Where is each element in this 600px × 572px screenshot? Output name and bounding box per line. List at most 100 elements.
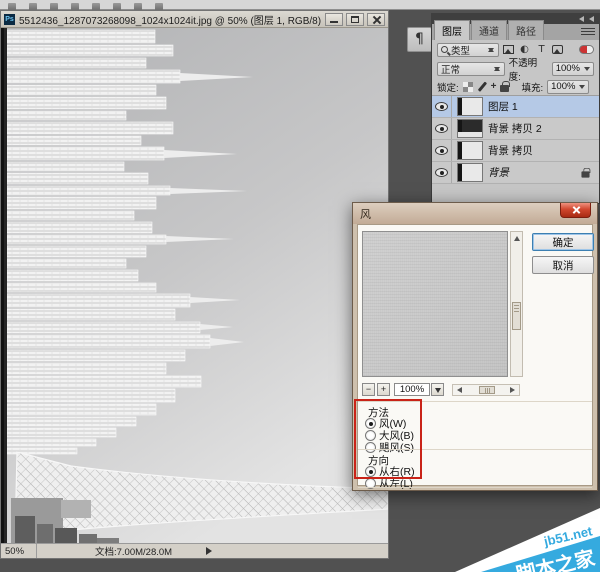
radio-icon — [365, 442, 376, 453]
blend-mode-dropdown[interactable]: 正常 — [437, 61, 505, 76]
lock-transparent-pixels-icon[interactable] — [462, 81, 473, 92]
layer-name[interactable]: 背景 — [488, 165, 509, 180]
minimize-button[interactable] — [325, 12, 343, 26]
fill-value: 100% — [551, 81, 576, 92]
minimize-icon — [330, 21, 338, 23]
scroll-up-icon[interactable] — [512, 233, 521, 242]
layer-thumbnail[interactable] — [457, 163, 483, 182]
dialog-close-button[interactable] — [560, 203, 591, 218]
scrollbar-thumb[interactable] — [512, 302, 521, 330]
divider — [358, 449, 592, 450]
layer-thumbnail[interactable] — [457, 141, 483, 160]
radio-label: 从左(L) — [379, 478, 413, 490]
filter-type-layers-icon[interactable]: T — [535, 44, 548, 55]
zoom-dropdown-button[interactable] — [431, 383, 444, 396]
scroll-left-icon[interactable] — [454, 387, 462, 393]
zoom-out-button[interactable]: − — [362, 383, 375, 396]
search-icon — [441, 46, 448, 53]
blend-mode-row: 正常 不透明度: 100% — [432, 58, 599, 83]
document-title: 5512436_1287073268098_1024x1024it.jpg @ … — [19, 15, 322, 27]
eye-icon — [435, 146, 448, 155]
wind-filter-dialog: 风 确定 取消 − + 100% 方法 风(W) 大风(B) 飓风(S) 方向 … — [352, 202, 598, 491]
scroll-right-icon[interactable] — [510, 387, 518, 393]
fill-field[interactable]: 100% — [547, 79, 590, 94]
collapse-panels-icon — [576, 15, 584, 22]
dialog-title: 风 — [360, 208, 371, 221]
preview-vertical-scrollbar[interactable] — [510, 231, 523, 377]
divider — [358, 401, 592, 402]
paragraph-panel-button[interactable]: ¶ — [407, 27, 432, 52]
layer-row-bg-copy2[interactable]: 背景 拷贝 2 — [432, 118, 599, 140]
preview-zoom-controls: − + 100% — [358, 383, 592, 398]
tab-channels[interactable]: 通道 — [471, 20, 507, 40]
layer-filter-toggle[interactable] — [579, 45, 594, 54]
filter-type-label: 类型 — [451, 45, 471, 57]
layers-list: 图层 1 背景 拷贝 2 背景 拷贝 背景 — [432, 95, 599, 184]
opacity-label: 不透明度: — [508, 57, 538, 83]
dropdown-arrow-icon — [584, 66, 590, 74]
layer-name[interactable]: 图层 1 — [488, 99, 518, 114]
maximize-button[interactable] — [346, 12, 364, 26]
layers-panel: 图层 通道 路径 类型 ◐ T 正常 不透明度: 100% 锁定: + 填充: … — [431, 20, 600, 204]
fill-label: 填充: — [521, 82, 544, 94]
filter-adjustment-layers-icon[interactable]: ◐ — [518, 44, 531, 55]
preview-horizontal-scrollbar[interactable] — [452, 384, 520, 396]
close-button[interactable] — [367, 12, 385, 26]
options-bar — [0, 0, 600, 11]
blend-mode-value: 正常 — [441, 64, 461, 76]
dropdown-arrows-icon — [493, 64, 501, 73]
background-lock-icon — [581, 167, 590, 178]
eye-icon — [435, 102, 448, 111]
visibility-toggle[interactable] — [432, 162, 452, 183]
visibility-toggle[interactable] — [432, 140, 452, 161]
visibility-toggle[interactable] — [432, 118, 452, 139]
layer-name[interactable]: 背景 拷贝 — [488, 143, 533, 158]
lock-image-pixels-icon[interactable] — [477, 82, 487, 92]
opacity-value: 100% — [555, 63, 580, 74]
filter-type-dropdown[interactable]: 类型 — [437, 42, 499, 57]
layer-thumbnail[interactable] — [457, 97, 483, 116]
layer-thumbnail[interactable] — [457, 119, 483, 138]
document-window: Ps 5512436_1287073268098_1024x1024it.jpg… — [0, 10, 389, 559]
collapse-panels-icon — [586, 15, 594, 22]
lock-position-icon[interactable]: + — [491, 81, 497, 92]
image-canvas[interactable] — [1, 28, 388, 544]
status-options-arrow-icon[interactable] — [206, 547, 216, 555]
photoshop-workspace: Ps 5512436_1287073268098_1024x1024it.jpg… — [0, 0, 600, 572]
photoshop-file-icon: Ps — [4, 13, 15, 25]
layer-name[interactable]: 背景 拷贝 2 — [488, 121, 542, 136]
document-status-bar: 50% 文档:7.00M/28.0M — [1, 543, 388, 558]
tab-layers[interactable]: 图层 — [434, 20, 470, 40]
maximize-icon — [351, 15, 359, 23]
layer-row-bg-copy[interactable]: 背景 拷贝 — [432, 140, 599, 162]
zoom-in-button[interactable]: + — [377, 383, 390, 396]
filter-shape-layers-icon[interactable] — [552, 45, 563, 54]
visibility-toggle[interactable] — [432, 96, 452, 117]
divider — [358, 487, 592, 488]
scrollbar-thumb[interactable] — [479, 386, 495, 394]
filter-preview[interactable] — [362, 231, 508, 377]
ok-button[interactable]: 确定 — [532, 233, 594, 251]
layer-row-background[interactable]: 背景 — [432, 162, 599, 184]
city-skyline-image — [1, 28, 388, 544]
dropdown-arrows-icon — [488, 45, 495, 54]
dialog-body: 确定 取消 − + 100% 方法 风(W) 大风(B) 飓风(S) 方向 从右… — [357, 224, 594, 490]
zoom-level-field[interactable]: 50% — [1, 544, 37, 558]
filter-pixel-layers-icon[interactable] — [503, 45, 514, 54]
preview-zoom-value: 100% — [394, 383, 430, 396]
eye-icon — [435, 124, 448, 133]
paragraph-panel-icon: ¶ — [415, 31, 424, 47]
panel-tab-bar: 图层 通道 路径 — [432, 20, 599, 40]
tab-paths[interactable]: 路径 — [508, 20, 544, 40]
cancel-button[interactable]: 取消 — [532, 256, 594, 274]
layer-row-layer1[interactable]: 图层 1 — [432, 96, 599, 118]
eye-icon — [435, 168, 448, 177]
document-titlebar[interactable]: Ps 5512436_1287073268098_1024x1024it.jpg… — [1, 11, 388, 28]
opacity-field[interactable]: 100% — [551, 61, 594, 76]
dropdown-arrow-icon — [579, 84, 586, 92]
radio-from-left[interactable]: 从左(L) — [365, 476, 413, 491]
document-size-info: 文档:7.00M/28.0M — [95, 547, 173, 558]
panel-menu-icon[interactable] — [581, 26, 595, 37]
lock-label: 锁定: — [437, 82, 459, 94]
lock-all-icon[interactable] — [500, 81, 510, 92]
